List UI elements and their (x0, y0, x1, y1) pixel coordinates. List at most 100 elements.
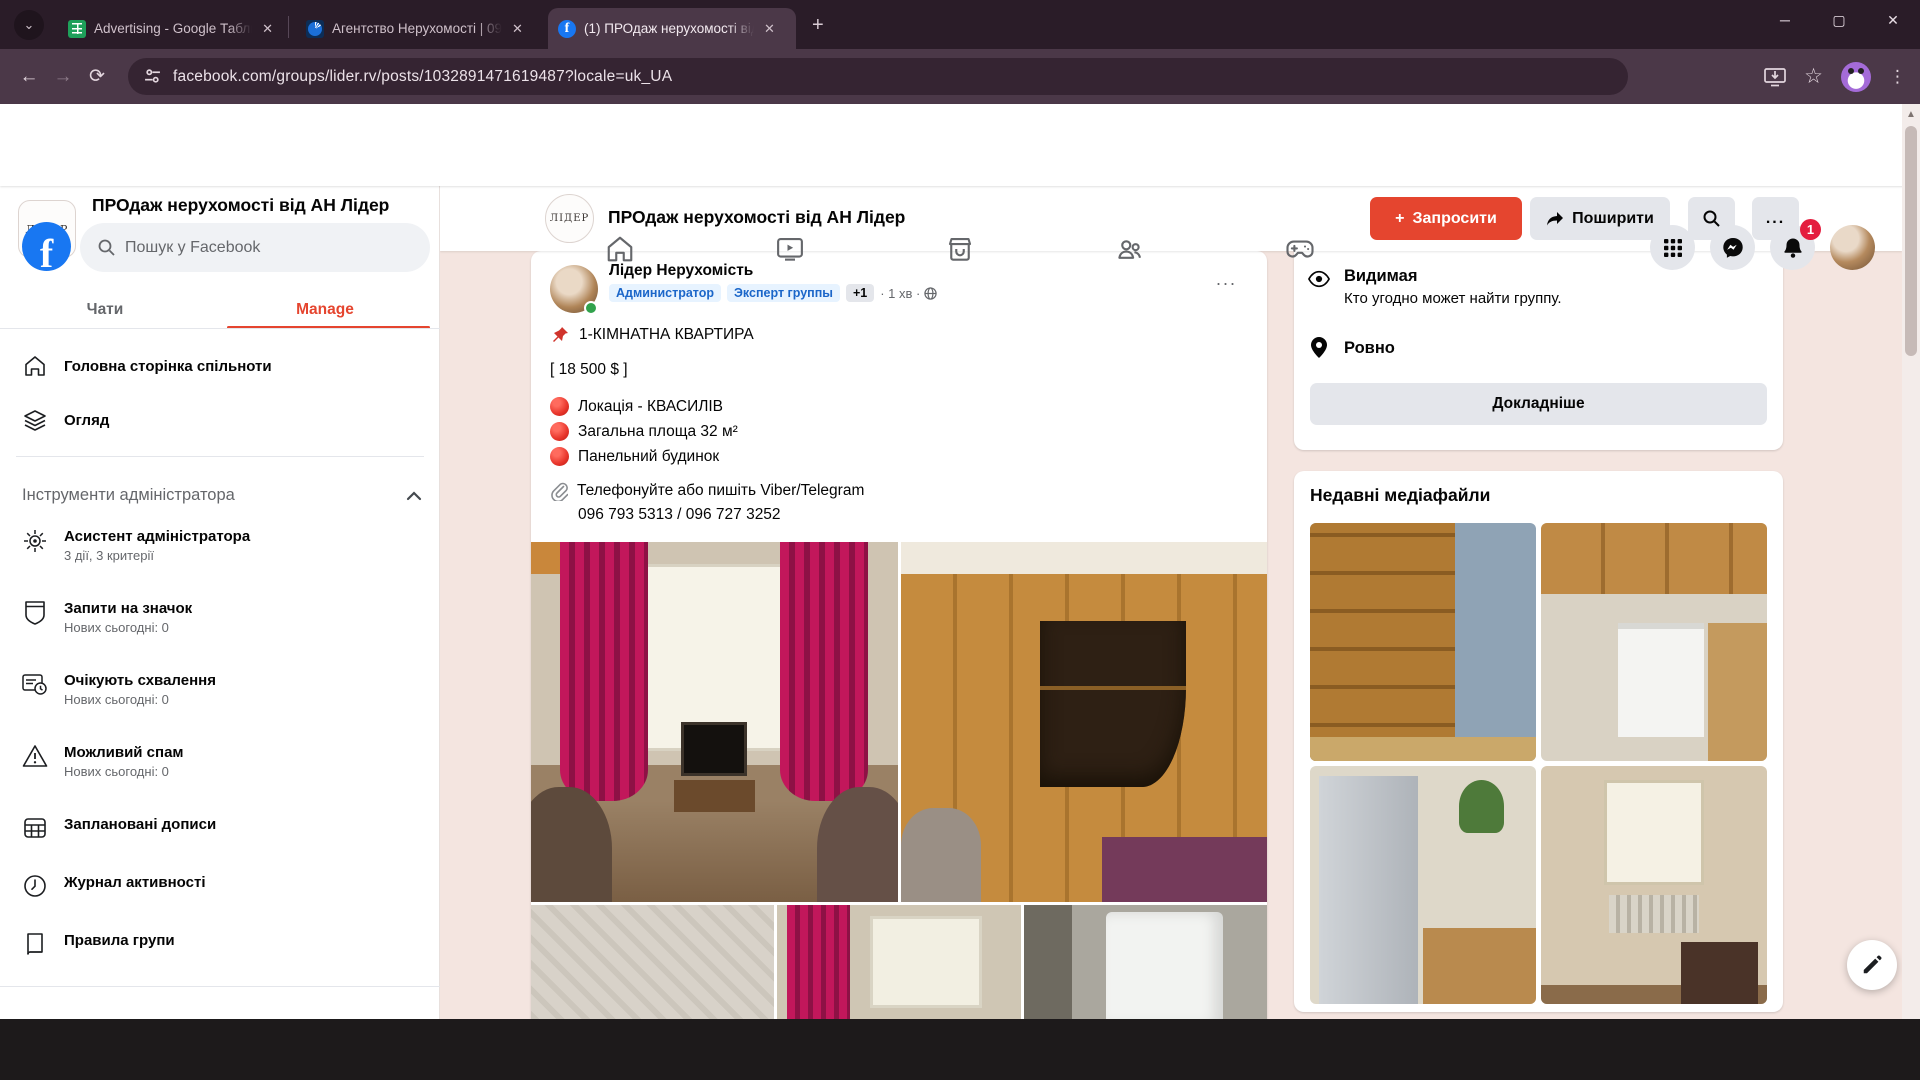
groups-icon (1118, 240, 1142, 259)
post-photo-living-room[interactable] (531, 542, 898, 902)
visibility-title: Видимая (1344, 267, 1418, 285)
address-bar[interactable]: facebook.com/groups/lider.rv/posts/10328… (128, 58, 1628, 95)
window-minimize-button[interactable]: ─ (1758, 0, 1812, 40)
invite-button[interactable]: + Запросити (1370, 197, 1522, 240)
messenger-button[interactable] (1710, 225, 1755, 270)
share-button[interactable]: Поширити (1530, 197, 1670, 240)
sidebar-item-community-home[interactable]: Головна сторінка спільноти (8, 344, 432, 388)
install-app-icon[interactable] (1764, 67, 1787, 87)
admin-tools-header[interactable]: Інструменти адміністратора (22, 486, 422, 505)
browser-profile-avatar[interactable] (1841, 61, 1871, 92)
back-button[interactable]: ← (12, 66, 46, 88)
post-photo-wardrobe[interactable] (900, 542, 1267, 902)
tab-title: (1) ПРОдаж нерухомості від АН (584, 21, 754, 36)
post-card: Лідер Нерухомість Администратор Эксперт … (531, 251, 1267, 1019)
post-bullet-area: Загальна площа 32 м² (550, 422, 738, 441)
media-photo-fridge[interactable] (1310, 766, 1536, 1004)
plus-icon: + (1395, 209, 1405, 227)
sidebar-item-overview[interactable]: Огляд (8, 398, 432, 442)
sidebar-item-activity-log[interactable]: Журнал активності (8, 874, 432, 898)
forward-button[interactable]: → (46, 66, 80, 88)
page-body: ЛІДЕР ПРОдаж нерухомості від АН Лідер + … (0, 186, 1920, 1019)
online-status-dot (584, 301, 598, 315)
admin-assistant-icon (22, 528, 48, 554)
sidebar-item-badge-requests[interactable]: Запити на значок Нових сьогодні: 0 (8, 600, 432, 635)
nav-gaming-tab[interactable] (1240, 219, 1360, 279)
nav-home-tab[interactable] (560, 219, 680, 279)
tab-title: Агентство Нерухомості | 09751 (332, 21, 502, 36)
messenger-icon (1722, 237, 1743, 258)
nav-video-tab[interactable] (730, 219, 850, 279)
group-about-card: Видимая Кто угодно может найти группу. Р… (1294, 251, 1783, 450)
sidebar-item-pending-approval[interactable]: Очікують схвалення Нових сьогодні: 0 (8, 672, 432, 707)
post-photo-collage-bottom (531, 905, 1267, 1019)
browser-tab-2[interactable]: Агентство Нерухомості | 09751 ✕ (296, 8, 536, 49)
group-location[interactable]: Ровно (1344, 339, 1395, 358)
facebook-header-actions: 1 (1650, 219, 1875, 270)
post-photo-collage-top (531, 542, 1267, 902)
post-photo-window[interactable] (777, 905, 1021, 1019)
tab-search-chevron-icon[interactable]: ⌄ (14, 10, 44, 40)
sidebar-item-scheduled-posts[interactable]: Заплановані дописи (8, 816, 432, 840)
window-close-button[interactable]: ✕ (1866, 0, 1920, 40)
tab-close-icon[interactable]: ✕ (764, 21, 775, 37)
red-dot-icon (550, 397, 569, 416)
visibility-desc: Кто угодно может найти группу. (1344, 290, 1562, 307)
post-phone-numbers[interactable]: 096 793 5313 / 096 727 3252 (578, 506, 781, 524)
sidebar-item-group-rules[interactable]: Правила групи (8, 932, 432, 956)
browser-menu-icon[interactable]: ⋮ (1889, 67, 1906, 87)
recent-media-card: Недавні медіафайли (1294, 471, 1783, 1012)
tab-chats[interactable]: Чати (20, 290, 190, 330)
site-info-icon[interactable] (144, 68, 161, 85)
tab-separator (288, 16, 289, 38)
gaming-icon (1286, 240, 1314, 258)
search-icon (98, 239, 115, 256)
nav-marketplace-tab[interactable] (900, 219, 1020, 279)
facebook-header: f Пошук у Facebook 1 (0, 104, 1920, 272)
facebook-search-input[interactable]: Пошук у Facebook (80, 223, 430, 272)
red-dot-icon (550, 447, 569, 466)
window-maximize-button[interactable]: ▢ (1812, 0, 1866, 40)
create-post-fab[interactable] (1847, 940, 1897, 990)
marketplace-icon (948, 237, 972, 261)
post-photo-wallpaper[interactable] (531, 905, 775, 1019)
bookmark-star-icon[interactable]: ☆ (1804, 64, 1823, 89)
media-photo-room[interactable] (1541, 766, 1767, 1004)
facebook-logo[interactable]: f (22, 222, 71, 271)
apps-menu-button[interactable] (1650, 225, 1695, 270)
facebook-nav (560, 208, 1360, 290)
sidebar-group-name: ПРОдаж нерухомості від АН Лідер (92, 195, 390, 215)
post-price: [ 18 500 $ ] (550, 361, 628, 378)
sidebar-item-possible-spam[interactable]: Можливий спам Нових сьогодні: 0 (8, 744, 432, 779)
tab-close-icon[interactable]: ✕ (512, 21, 523, 37)
sidebar-item-admin-assistant[interactable]: Асистент адміністратора 3 дії, 3 критері… (8, 528, 432, 563)
browser-tab-1[interactable]: Advertising - Google Таблиці ✕ (58, 8, 283, 49)
video-icon (777, 237, 803, 261)
divider (16, 456, 424, 457)
red-dot-icon (550, 422, 569, 441)
recent-media-title: Недавні медіафайли (1310, 485, 1491, 505)
profile-avatar[interactable] (1830, 225, 1875, 270)
bell-icon (1783, 238, 1802, 258)
search-placeholder: Пошук у Facebook (125, 238, 261, 256)
notifications-button[interactable]: 1 (1770, 219, 1821, 270)
browser-toolbar: ← → ⟳ facebook.com/groups/lider.rv/posts… (0, 49, 1920, 104)
page-scrollbar[interactable]: ▲ (1902, 104, 1920, 1019)
new-tab-button[interactable]: + (812, 14, 824, 37)
tab-manage[interactable]: Manage (240, 290, 410, 330)
tab-close-icon[interactable]: ✕ (262, 21, 273, 37)
home-icon (22, 354, 48, 378)
post-bullet-building: Панельний будинок (550, 447, 719, 466)
learn-more-button[interactable]: Докладніше (1310, 383, 1767, 425)
media-photo-kitchen[interactable] (1541, 523, 1767, 761)
media-photo-hallway[interactable] (1310, 523, 1536, 761)
post-photo-fridge[interactable] (1023, 905, 1267, 1019)
scrollbar-thumb[interactable] (1905, 126, 1917, 356)
nav-groups-tab[interactable] (1070, 219, 1190, 279)
scroll-up-arrow[interactable]: ▲ (1902, 104, 1920, 124)
reload-button[interactable]: ⟳ (80, 65, 114, 88)
browser-tab-active[interactable]: f (1) ПРОдаж нерухомості від АН ✕ (548, 8, 796, 49)
post-clock-icon (22, 672, 48, 696)
url-text[interactable]: facebook.com/groups/lider.rv/posts/10328… (173, 68, 672, 86)
layers-icon (22, 408, 48, 432)
